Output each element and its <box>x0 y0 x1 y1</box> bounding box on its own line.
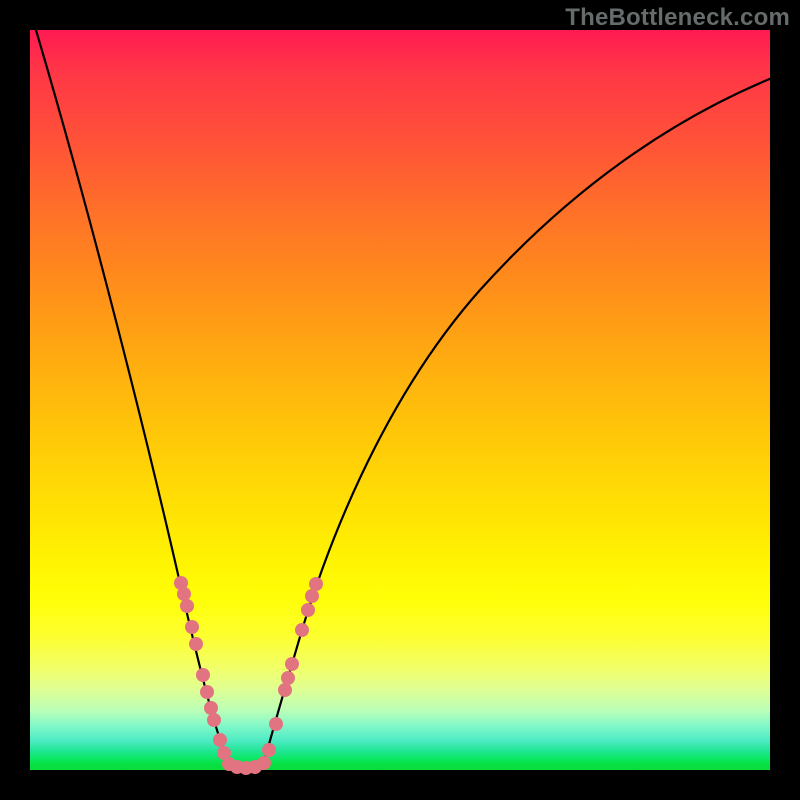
data-point <box>213 733 227 747</box>
curve-right <box>263 78 772 766</box>
data-point <box>281 671 295 685</box>
data-point <box>301 603 315 617</box>
data-point <box>196 668 210 682</box>
data-point <box>200 685 214 699</box>
data-point <box>180 599 194 613</box>
highlighted-dots <box>174 576 323 775</box>
data-point <box>295 623 309 637</box>
data-point <box>185 620 199 634</box>
data-point <box>278 683 292 697</box>
data-point <box>269 717 283 731</box>
data-point <box>189 637 203 651</box>
data-point <box>309 577 323 591</box>
data-point <box>207 713 221 727</box>
curve-left <box>30 10 230 766</box>
chart-container: TheBottleneck.com <box>0 0 800 800</box>
data-point <box>262 743 276 757</box>
chart-svg <box>30 30 770 770</box>
watermark-text: TheBottleneck.com <box>565 4 790 32</box>
data-point <box>204 701 218 715</box>
data-point <box>257 756 271 770</box>
data-point <box>285 657 299 671</box>
data-point <box>177 587 191 601</box>
data-point <box>305 589 319 603</box>
